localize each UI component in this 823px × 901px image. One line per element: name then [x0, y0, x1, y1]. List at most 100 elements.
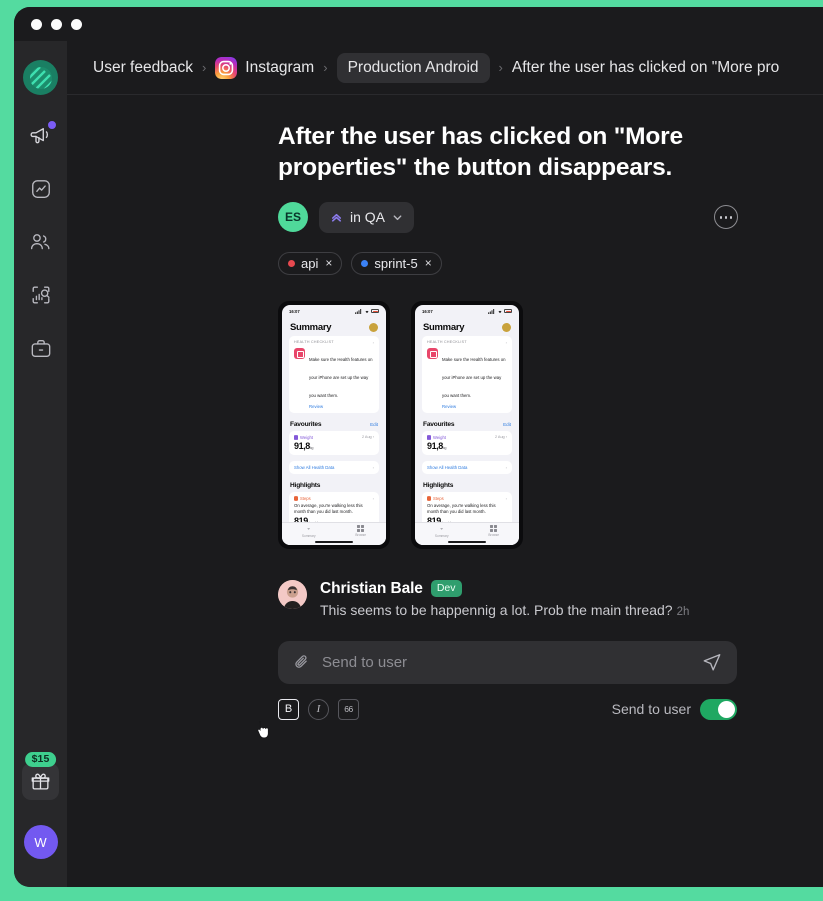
steps-icon: [427, 495, 431, 501]
phone-favourites-title: Favourites: [290, 420, 322, 428]
home-indicator: [448, 541, 486, 543]
send-icon[interactable]: [702, 652, 722, 672]
breadcrumb-separator-3: ›: [498, 60, 503, 75]
current-user-avatar[interactable]: W: [23, 825, 58, 859]
health-app-icon: [427, 347, 438, 359]
more-dot: [729, 215, 733, 219]
status-dropdown[interactable]: in QA: [319, 201, 415, 233]
quote-button[interactable]: 66: [338, 698, 359, 720]
tag-remove-icon[interactable]: ×: [425, 256, 432, 270]
more-dot: [724, 215, 728, 219]
phone-fav-value: 91,8kg: [427, 440, 447, 451]
send-to-user-toggle[interactable]: [700, 698, 737, 720]
breadcrumb-item-current[interactable]: After the user has clicked on "More pro: [512, 59, 779, 77]
breadcrumb-item-user-feedback[interactable]: User feedback: [93, 59, 193, 77]
phone-highlights-title: Highlights: [423, 481, 454, 489]
app-window: $15 W User feedback › Instagram › Produc…: [14, 7, 823, 887]
comment-text-wrap: This seems to be happennig a lot. Prob t…: [320, 602, 689, 618]
message-composer[interactable]: [278, 640, 737, 684]
breadcrumb-separator-2: ›: [323, 60, 328, 75]
paperclip-icon[interactable]: [293, 654, 310, 671]
phone-header-title: Summary: [423, 321, 465, 333]
phone-highlight-metric: Steps: [427, 496, 444, 501]
scale-icon: [294, 434, 298, 440]
chevron-down-icon: [393, 215, 402, 220]
tag-api[interactable]: api ×: [278, 251, 343, 275]
tag-remove-icon[interactable]: ×: [325, 256, 332, 270]
rewards-amount-badge: $15: [24, 752, 57, 767]
phone-favourites-card: Weight 2 Aug › 91,8kg: [289, 430, 379, 455]
search-chart-icon: [32, 286, 50, 304]
heart-icon: ❤: [307, 526, 311, 531]
instagram-icon: [215, 56, 238, 79]
wifi-icon: [498, 310, 501, 313]
phone-health-checklist-card: HEALTH CHECKLIST › Make sure the Health …: [289, 335, 379, 413]
window-minimize-button[interactable]: [51, 18, 62, 30]
more-options-button[interactable]: [714, 205, 738, 230]
trend-chart-icon: [31, 180, 50, 198]
notification-badge: [46, 120, 57, 130]
comment-text: This seems to be happennig a lot. Prob t…: [320, 601, 673, 618]
bold-button[interactable]: B: [278, 698, 299, 720]
phone-fav-date: 2 Aug ›: [494, 434, 507, 439]
phone-status-icons: [488, 308, 512, 314]
phone-favourites-edit: Edit: [503, 421, 511, 427]
phone-show-all-card: Show All Health Data ›: [289, 460, 379, 474]
chevron-right-icon: ›: [372, 464, 374, 470]
sidebar-item-workspace[interactable]: [22, 329, 60, 367]
reporter-avatar[interactable]: ES: [278, 202, 308, 233]
window-close-button[interactable]: [31, 18, 42, 30]
phone-profile-avatar: [369, 322, 378, 332]
issue-detail: After the user has clicked on "More prop…: [67, 95, 823, 887]
screenshot-thumbnail-2[interactable]: 16:07 Summary HEALTH CHECKLIST › Make su…: [411, 300, 523, 549]
phone-show-all-card: Show All Health Data ›: [422, 460, 512, 474]
battery-icon: [371, 309, 379, 314]
phone-tab-summary: ❤ Summary: [301, 526, 316, 538]
main-panel: User feedback › Instagram › Production A…: [67, 41, 823, 887]
tag-sprint-5[interactable]: sprint-5 ×: [351, 251, 442, 275]
send-to-user-toggle-label: Send to user: [611, 701, 691, 718]
screenshot-thumbnail-1[interactable]: 16:07 Summary HEALTH CHECKLIST › Make su…: [278, 300, 390, 549]
send-to-user-input[interactable]: [322, 653, 690, 671]
chevron-right-icon: ›: [505, 495, 507, 501]
breadcrumb-item-instagram[interactable]: Instagram: [215, 56, 314, 79]
more-dot: [719, 215, 723, 219]
signal-icon: [488, 308, 495, 314]
page-title: After the user has clicked on "More prop…: [278, 123, 683, 182]
phone-checklist-link: Review: [442, 403, 457, 409]
sidebar-item-insights[interactable]: [22, 170, 60, 208]
issue-meta-row: ES in QA: [278, 201, 738, 233]
steps-icon: [294, 495, 298, 501]
sidebar-item-explore[interactable]: [22, 276, 60, 314]
sidebar-item-users[interactable]: [22, 223, 60, 261]
window-maximize-button[interactable]: [71, 18, 82, 30]
rewards-button[interactable]: $15: [22, 752, 59, 800]
chevron-right-icon: ›: [372, 495, 374, 501]
phone-header-title: Summary: [290, 321, 332, 333]
phone-fav-value: 91,8kg: [294, 440, 314, 451]
italic-button[interactable]: I: [308, 698, 329, 720]
grid-icon: [357, 525, 365, 532]
heart-icon: ❤: [440, 526, 444, 531]
phone-tab-browse: Browse: [488, 525, 499, 537]
phone-checklist-text: Make sure the Health features on your iP…: [309, 356, 373, 398]
sidebar-rail: $15 W: [14, 41, 67, 887]
comment-author: Christian Bale: [320, 579, 423, 597]
people-icon: [30, 234, 50, 250]
tag-label: api: [301, 255, 319, 271]
avatar-image: [278, 579, 307, 609]
phone-favourites-title: Favourites: [423, 420, 455, 428]
gift-icon: [31, 773, 50, 790]
phone-status-time: 16:07: [289, 308, 300, 314]
avatar: [278, 579, 307, 609]
phone-highlight-metric: Steps: [294, 496, 311, 501]
comment-timestamp: 2h: [676, 605, 690, 618]
app-logo[interactable]: [23, 60, 58, 95]
logo-icon: [29, 66, 52, 89]
phone-highlights-title: Highlights: [290, 481, 321, 489]
phone-fav-date: 2 Aug ›: [361, 434, 374, 439]
phone-checklist-label: HEALTH CHECKLIST: [294, 339, 334, 344]
sidebar-item-announcements[interactable]: [22, 117, 60, 155]
breadcrumb-item-production-android[interactable]: Production Android: [336, 52, 490, 83]
comment-item: Christian Bale Dev This seems to be happ…: [278, 579, 798, 618]
